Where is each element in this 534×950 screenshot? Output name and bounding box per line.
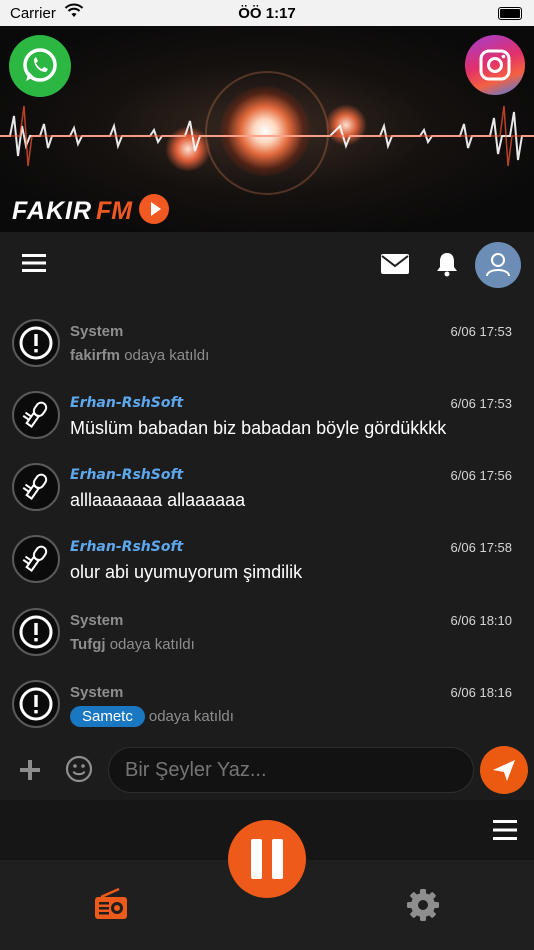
sound-wave [0, 105, 534, 167]
message-sender[interactable]: Erhan-RshSoft [70, 539, 183, 555]
user-message-avatar [12, 391, 60, 439]
fakir-fm-logo: FAKIR FM [12, 194, 172, 228]
system-action: odaya katıldı [124, 347, 210, 364]
instagram-button[interactable] [465, 35, 525, 95]
play-icon [151, 202, 161, 216]
chat-message: System 6/06 18:16 Sametc odaya katıldı [0, 657, 534, 729]
microphone-icon [22, 545, 48, 572]
message-time: 6/06 17:53 [450, 324, 512, 339]
system-avatar [12, 319, 60, 367]
joined-username-tag[interactable]: Sametc [70, 706, 145, 727]
system-action: odaya katıldı [148, 708, 234, 725]
message-text: alllaaaaaaa allaaaaaa [70, 490, 246, 510]
send-button[interactable] [480, 746, 528, 794]
system-action: odaya katıldı [109, 636, 195, 653]
battery-icon [498, 7, 522, 20]
status-time: ÖÖ 1:17 [238, 5, 296, 22]
gear-icon[interactable] [405, 887, 441, 923]
bell-icon[interactable] [435, 251, 459, 277]
message-time: 6/06 17:53 [450, 396, 512, 411]
user-message-avatar [12, 463, 60, 511]
message-time: 6/06 17:58 [450, 540, 512, 555]
joined-username: fakirfm [70, 347, 121, 364]
message-sender: System [70, 684, 124, 701]
message-text: Müslüm babadan biz babadan böyle gördükk… [70, 418, 447, 438]
exclamation-icon [19, 615, 53, 649]
message-time: 6/06 18:16 [450, 685, 512, 700]
radio-icon[interactable] [93, 887, 129, 923]
exclamation-icon [19, 687, 53, 721]
user-avatar-button[interactable] [475, 242, 521, 288]
chat-message: Erhan-RshSoft 6/06 17:58 olur abi uyumuy… [0, 512, 534, 584]
exclamation-icon [19, 326, 53, 360]
chat-message: Erhan-RshSoft 6/06 17:53 Müslüm babadan … [0, 368, 534, 440]
chat-message: Erhan-RshSoft 6/06 17:56 alllaaaaaaa all… [0, 440, 534, 512]
message-sender: System [70, 612, 124, 629]
logo-text-fakir: FAKIR [12, 197, 92, 225]
message-time: 6/06 17:56 [450, 468, 512, 483]
message-input-bar [0, 740, 534, 800]
list-icon[interactable] [493, 820, 517, 840]
logo-text-fm: FM [96, 197, 133, 225]
radio-banner: FAKIR FM [0, 26, 534, 232]
microphone-icon [22, 473, 48, 500]
plus-icon[interactable] [19, 759, 41, 781]
system-avatar [12, 608, 60, 656]
chat-message: System 6/06 18:10 Tufgj odaya katıldı [0, 585, 534, 657]
message-system-text: Sametc odaya katıldı [70, 706, 234, 727]
user-message-avatar [12, 535, 60, 583]
message-input[interactable] [108, 747, 474, 793]
mail-icon[interactable] [380, 252, 410, 276]
microphone-icon [22, 401, 48, 428]
joined-username: Tufgj [70, 636, 106, 653]
chat-message-list[interactable]: System 6/06 17:53 fakirfm odaya katıldı … [0, 296, 534, 740]
hamburger-icon[interactable] [22, 254, 46, 272]
system-avatar [12, 680, 60, 728]
send-icon [493, 760, 515, 781]
top-navigation [0, 232, 534, 296]
user-icon [486, 253, 510, 277]
message-system-text: fakirfm odaya katıldı [70, 347, 209, 364]
message-system-text: Tufgj odaya katıldı [70, 636, 195, 653]
message-time: 6/06 18:10 [450, 613, 512, 628]
message-text: olur abi uyumuyorum şimdilik [70, 562, 303, 582]
whatsapp-icon [23, 48, 57, 82]
status-bar: Carrier ÖÖ 1:17 [0, 0, 534, 26]
message-sender[interactable]: Erhan-RshSoft [70, 395, 183, 411]
pause-button[interactable] [228, 820, 306, 898]
message-sender: System [70, 323, 124, 340]
play-button[interactable] [139, 194, 169, 224]
chat-message: System 6/06 17:53 fakirfm odaya katıldı [0, 296, 534, 368]
whatsapp-button[interactable] [9, 35, 71, 97]
smiley-icon[interactable] [65, 755, 93, 783]
instagram-icon [479, 49, 511, 81]
message-sender[interactable]: Erhan-RshSoft [70, 467, 183, 483]
